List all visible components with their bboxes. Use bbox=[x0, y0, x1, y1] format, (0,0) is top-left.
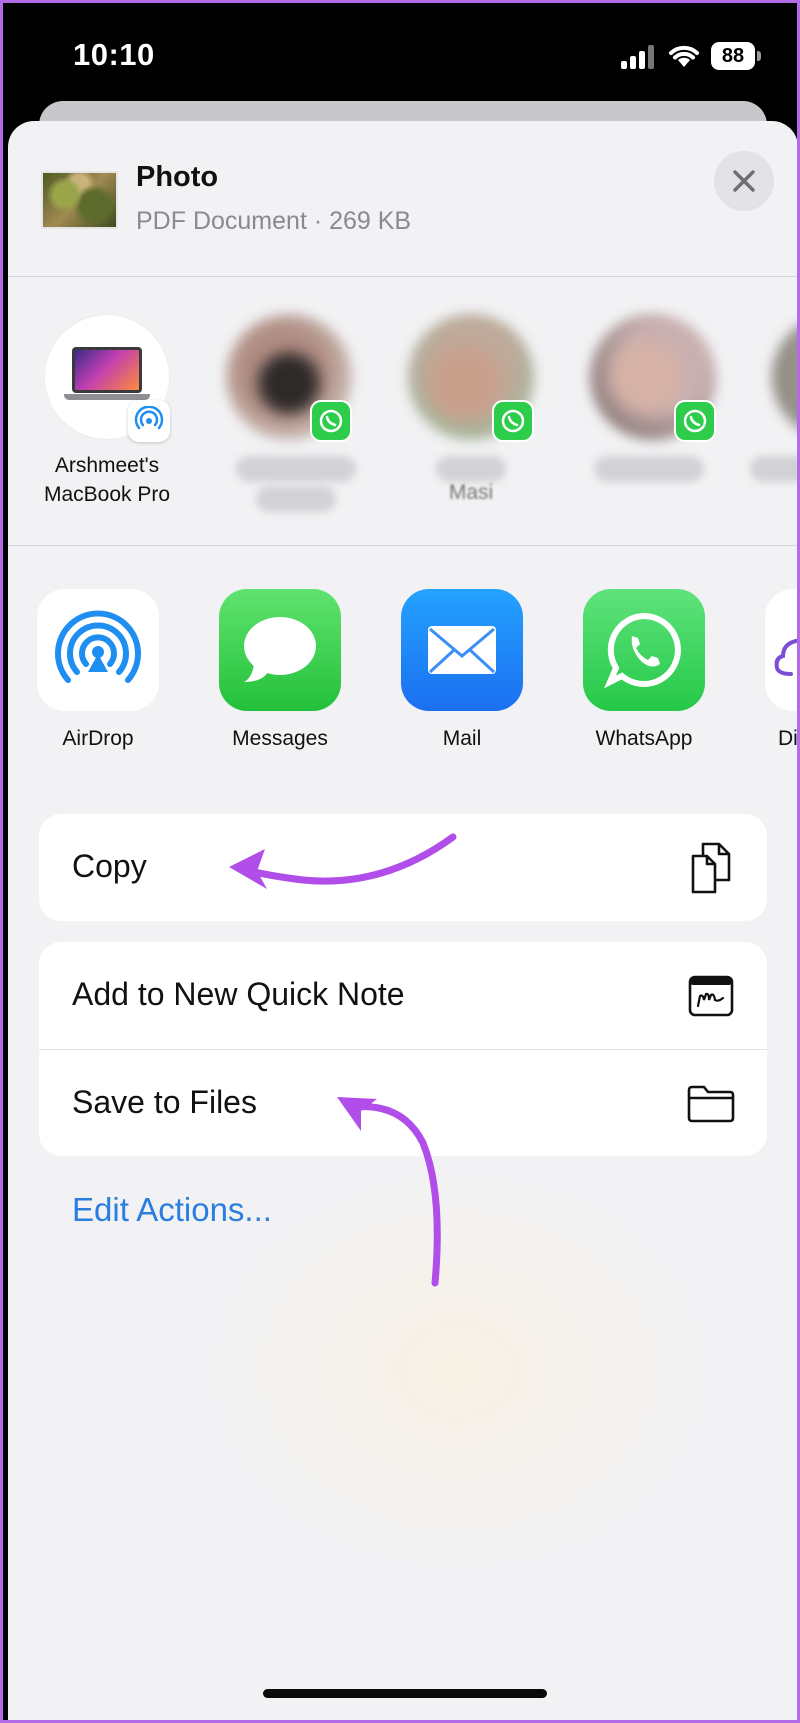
screen-frame: 10:10 88 Photo PDF Document · 269 KB Ars… bbox=[0, 0, 800, 1723]
whatsapp-badge-icon bbox=[310, 400, 352, 442]
airdrop-icon bbox=[37, 589, 159, 711]
status-time: 10:10 bbox=[73, 37, 155, 72]
action-group-copy: Copy bbox=[39, 814, 767, 921]
share-sheet: Photo PDF Document · 269 KB Arshmeet's M… bbox=[8, 121, 798, 1720]
edit-actions-link[interactable]: Edit Actions... bbox=[72, 1191, 272, 1229]
app-label: Messages bbox=[232, 727, 328, 750]
status-bar: 10:10 88 bbox=[3, 3, 797, 103]
quick-note-label: Add to New Quick Note bbox=[72, 976, 405, 1012]
messages-icon bbox=[219, 589, 341, 711]
blurred-name bbox=[256, 486, 336, 512]
wifi-icon bbox=[669, 45, 699, 67]
battery-level: 88 bbox=[711, 42, 755, 70]
close-icon bbox=[733, 170, 755, 192]
contact-avatar bbox=[772, 314, 797, 440]
copy-label: Copy bbox=[72, 848, 147, 884]
whatsapp-badge-icon bbox=[492, 400, 534, 442]
people-suggestions: Arshmeet's MacBook Pro Masi bbox=[8, 276, 797, 546]
whatsapp-badge-icon bbox=[674, 400, 716, 442]
quick-note-action[interactable]: Add to New Quick Note bbox=[39, 942, 767, 1049]
save-to-files-label: Save to Files bbox=[72, 1084, 257, 1120]
save-to-files-action[interactable]: Save to Files bbox=[39, 1049, 767, 1156]
app-messages[interactable]: Messages bbox=[190, 589, 350, 759]
person-contact[interactable]: Masi bbox=[386, 314, 546, 514]
folder-icon bbox=[685, 1078, 737, 1130]
app-whatsapp[interactable]: WhatsApp bbox=[554, 589, 714, 759]
action-group-files: Add to New Quick Note Save to Files bbox=[39, 942, 767, 1156]
close-button[interactable] bbox=[714, 151, 774, 211]
document-title: Photo bbox=[136, 161, 219, 193]
whatsapp-icon bbox=[583, 589, 705, 711]
airdrop-badge-icon bbox=[128, 400, 170, 442]
home-indicator[interactable] bbox=[263, 1689, 547, 1698]
cellular-signal-icon bbox=[621, 45, 657, 69]
person-contact[interactable] bbox=[568, 314, 728, 514]
document-subtitle: PDF Document · 269 KB bbox=[136, 207, 412, 235]
person-macbook[interactable]: Arshmeet's MacBook Pro bbox=[22, 314, 182, 514]
app-label: Dig bbox=[778, 727, 798, 750]
cloud-icon bbox=[765, 589, 797, 711]
blurred-name bbox=[236, 456, 356, 482]
mail-icon bbox=[401, 589, 523, 711]
share-header: Photo PDF Document · 269 KB bbox=[8, 121, 797, 276]
battery-icon: 88 bbox=[711, 42, 761, 70]
app-partial[interactable]: Dig bbox=[736, 589, 798, 759]
app-label: WhatsApp bbox=[595, 727, 693, 750]
document-thumbnail bbox=[41, 171, 118, 229]
copy-action[interactable]: Copy bbox=[39, 814, 767, 921]
divider bbox=[8, 545, 797, 546]
blurred-name bbox=[750, 456, 797, 482]
app-label: Mail bbox=[442, 727, 482, 750]
app-airdrop[interactable]: AirDrop bbox=[8, 589, 168, 759]
quick-note-icon bbox=[685, 970, 737, 1022]
app-label: AirDrop bbox=[62, 727, 134, 750]
app-mail[interactable]: Mail bbox=[372, 589, 532, 759]
person-contact[interactable] bbox=[204, 314, 364, 514]
copy-icon bbox=[685, 842, 737, 894]
blurred-name bbox=[594, 456, 704, 482]
person-contact-partial[interactable] bbox=[750, 314, 797, 514]
person-name: Arshmeet's MacBook Pro bbox=[43, 454, 171, 506]
share-apps: AirDrop Messages Mail WhatsApp Di bbox=[8, 547, 798, 777]
person-name: Masi bbox=[448, 481, 494, 504]
